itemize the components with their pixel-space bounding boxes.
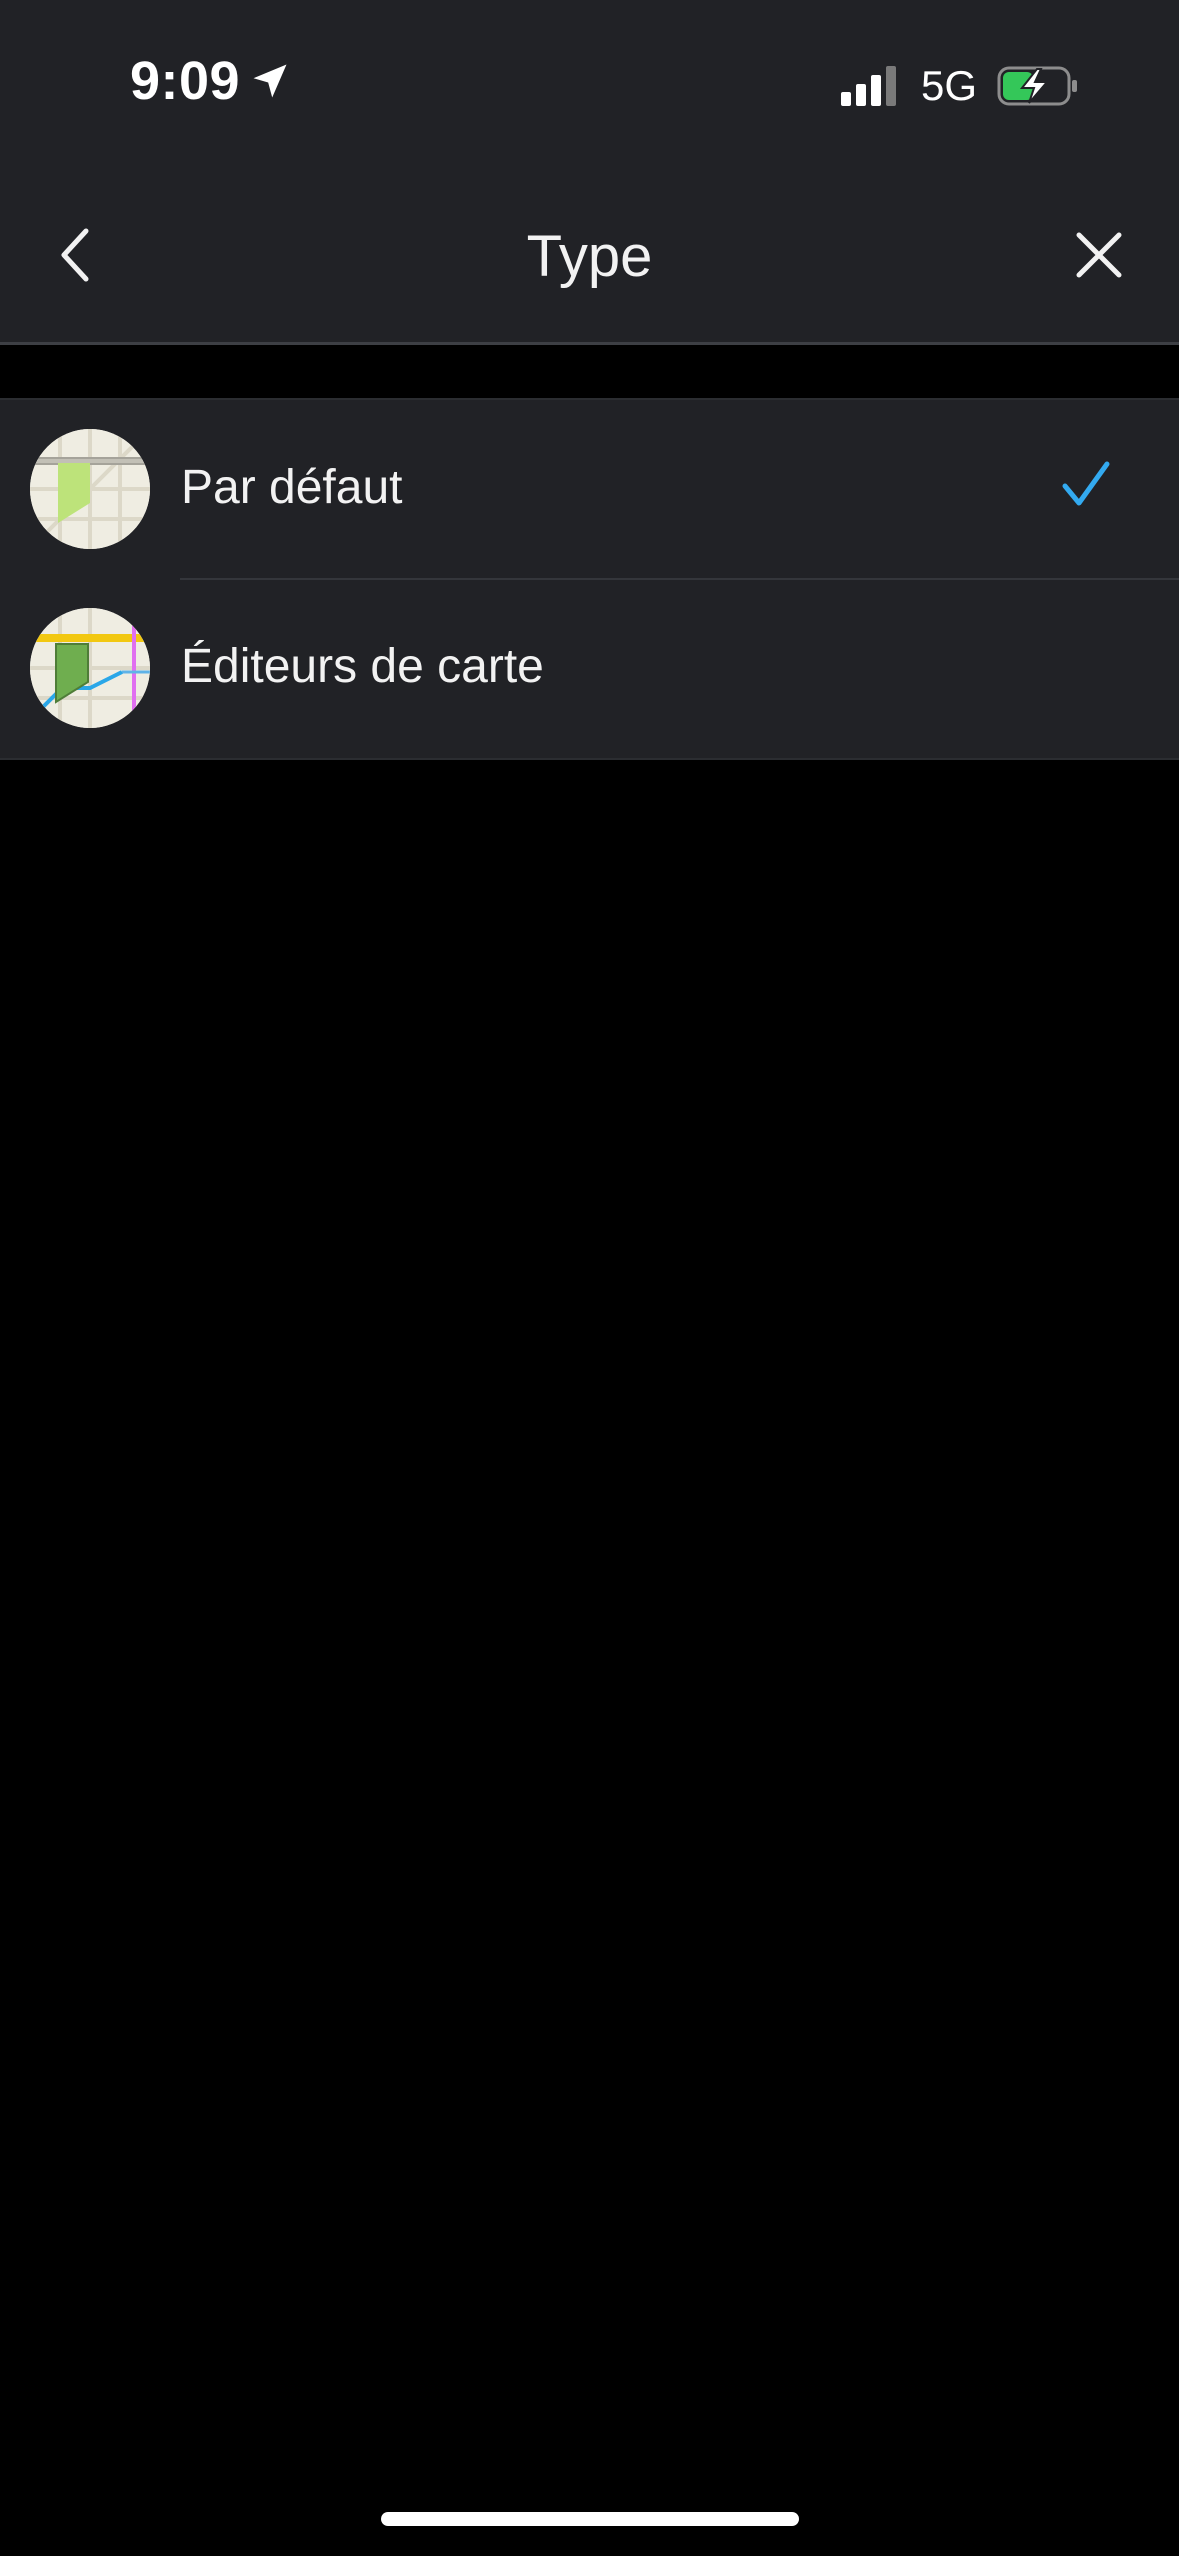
home-indicator[interactable] (381, 2512, 799, 2526)
list-item-map-editors[interactable]: Éditeurs de carte (0, 578, 1179, 758)
page-title: Type (526, 224, 653, 289)
map-type-list: Par défaut Éditeurs de carte (0, 398, 1179, 760)
location-arrow-icon (253, 64, 287, 98)
list-item-default[interactable]: Par défaut (0, 400, 1179, 579)
status-time-group: 9:09 (130, 50, 292, 112)
battery-charging-icon (997, 66, 1077, 106)
signal-bars-icon (840, 66, 896, 106)
checkmark-icon (1062, 461, 1110, 506)
status-time: 9:09 (130, 51, 241, 111)
list-item-label: Éditeurs de carte (181, 640, 544, 693)
status-bar: 9:09 5G (0, 0, 1179, 175)
list-item-label: Par défaut (181, 461, 403, 514)
close-icon (1076, 232, 1122, 278)
navigation-bar: Type (0, 175, 1179, 345)
close-button[interactable] (1059, 215, 1139, 295)
status-indicators: 5G (840, 62, 1079, 110)
map-editors-thumbnail-icon (30, 608, 150, 728)
network-type: 5G (920, 62, 977, 109)
map-default-thumbnail-icon (30, 429, 150, 549)
